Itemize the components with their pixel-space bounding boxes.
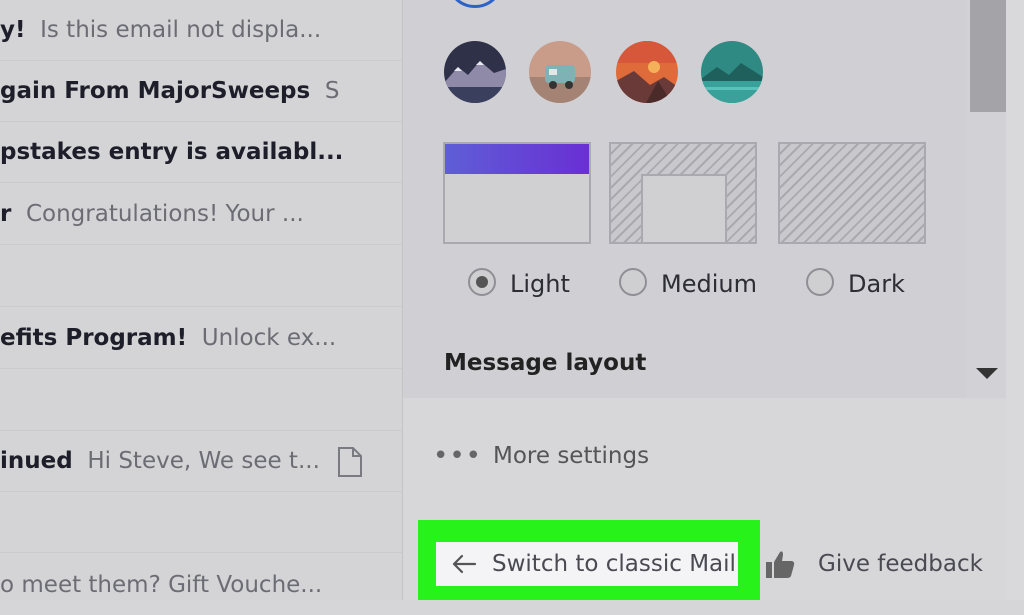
email-sender: pstakes entry is availabl... xyxy=(0,139,344,165)
email-sender: efits Program! xyxy=(0,325,188,351)
email-sender: gain From MajorSweeps xyxy=(0,78,311,104)
light-radio[interactable] xyxy=(468,268,496,296)
email-row[interactable]: pstakes entry is availabl... xyxy=(0,122,402,183)
email-row[interactable] xyxy=(0,246,402,307)
caravan-theme-icon[interactable] xyxy=(529,41,591,103)
switch-classic-label: Switch to classic Mail xyxy=(492,551,736,577)
radio-selected-dot xyxy=(476,276,488,288)
arrow-left-icon xyxy=(436,554,492,574)
email-list: y! Is this email not displa... gain From… xyxy=(0,0,403,600)
document-icon xyxy=(338,447,362,477)
email-sender: inued xyxy=(0,448,73,474)
lake-theme-icon[interactable] xyxy=(701,41,763,103)
email-row[interactable]: efits Program! Unlock ex... xyxy=(0,308,402,369)
mountain-theme-icon[interactable] xyxy=(444,41,506,103)
email-row[interactable]: y! Is this email not displa... xyxy=(0,0,402,61)
window-edge xyxy=(1006,0,1024,600)
email-sender: r xyxy=(0,201,12,227)
layout-card-textured[interactable] xyxy=(778,142,926,244)
email-row[interactable]: o meet them? Gift Vouche... xyxy=(0,554,402,615)
email-preview: Is this email not displa... xyxy=(40,17,322,43)
scrollbar-thumb[interactable] xyxy=(970,0,1006,112)
email-preview: S xyxy=(324,78,340,104)
give-feedback-button[interactable]: Give feedback xyxy=(764,542,983,586)
email-preview: Congratulations! Your ... xyxy=(25,201,304,227)
scroll-down-arrow-icon[interactable] xyxy=(976,368,998,379)
thumbs-up-icon xyxy=(766,551,795,578)
layout-card-header xyxy=(445,144,589,174)
more-settings-button[interactable]: ••• More settings xyxy=(433,438,649,474)
switch-classic-mail-button[interactable]: Switch to classic Mail xyxy=(436,542,738,586)
layout-card-full[interactable] xyxy=(443,142,591,244)
email-row[interactable] xyxy=(0,492,402,553)
more-settings-label: More settings xyxy=(493,443,650,469)
email-sender: y! xyxy=(0,17,26,43)
more-dots-icon: ••• xyxy=(433,441,483,471)
medium-label: Medium xyxy=(661,270,757,298)
email-row[interactable]: gain From MajorSweeps S xyxy=(0,61,402,122)
email-row[interactable] xyxy=(0,370,402,431)
dark-label: Dark xyxy=(848,270,905,298)
give-feedback-label: Give feedback xyxy=(818,551,983,577)
email-preview: Hi Steve, We see t... xyxy=(87,448,320,474)
message-layout-title: Message layout xyxy=(444,350,647,376)
email-preview: o meet them? Gift Vouche... xyxy=(0,571,323,598)
email-preview: Unlock ex... xyxy=(201,325,337,351)
sunset-theme-icon[interactable] xyxy=(616,41,678,103)
medium-radio[interactable] xyxy=(619,268,647,296)
dark-radio[interactable] xyxy=(806,268,834,296)
light-label: Light xyxy=(510,270,570,298)
email-row[interactable]: r Congratulations! Your ... xyxy=(0,184,402,245)
layout-card-boxed[interactable] xyxy=(609,142,757,244)
layout-card-inner xyxy=(641,174,727,244)
